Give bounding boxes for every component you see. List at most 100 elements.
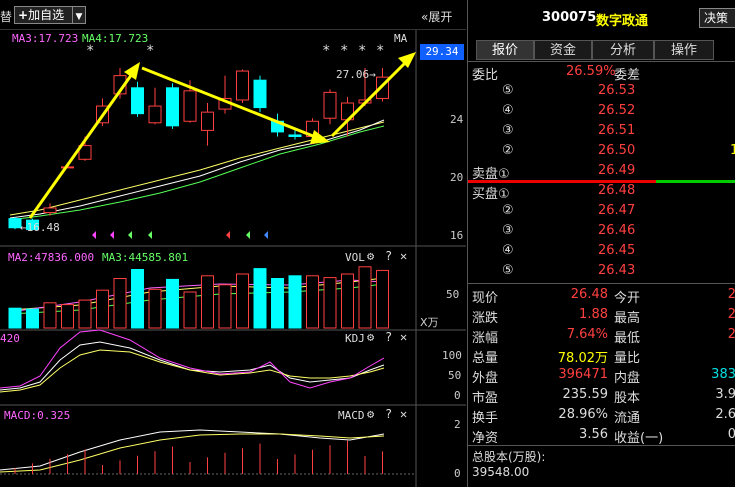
volume-bar — [288, 275, 302, 329]
close-icon[interactable]: ✕ — [400, 249, 407, 263]
tab-analysis[interactable]: 分析 — [592, 40, 654, 60]
stat-value: 2 — [727, 327, 735, 342]
vol-unit: X万 — [420, 316, 439, 329]
sell-row-2: ② 26.50 1 — [502, 143, 735, 158]
candle-body — [43, 207, 57, 214]
stat-label: 最高 — [614, 311, 641, 326]
candle-body — [253, 79, 267, 109]
gear-icon[interactable]: ⚙ — [367, 330, 374, 344]
stat-label: 流通 — [614, 411, 641, 426]
kdj-y-tick: 100 — [442, 349, 462, 362]
arrow-right-icon: → — [369, 68, 376, 81]
y-tick: 20 — [450, 171, 464, 184]
stock-code: 300075 — [542, 10, 597, 25]
quote-panel: 300075 数字政通 决策 报价 资金 分析 操作 委比 26.59% 委差 … — [467, 0, 735, 487]
vol-y-tick: 50 — [446, 288, 460, 301]
signal-star: * — [146, 43, 155, 59]
moving-average-lines — [9, 119, 385, 221]
volume-bar — [323, 277, 337, 329]
stat-label: 今开 — [614, 291, 641, 306]
candle-body — [201, 111, 214, 131]
candle-body — [148, 105, 162, 124]
arrow-left-icon: ← — [20, 221, 27, 234]
sell-row-5: ⑤ 26.53 — [502, 83, 636, 98]
macd-y-tick: 0 — [454, 467, 461, 480]
high-price-label: 27.06→ — [336, 68, 376, 81]
stats-row: 涨跌 1.88 最高 2 — [468, 306, 735, 326]
signal-star: * — [322, 43, 331, 59]
tab-operate[interactable]: 操作 — [654, 40, 714, 60]
volume-bar — [306, 275, 319, 329]
macd-value-label: MACD:0.325 — [4, 409, 71, 422]
stat-label: 现价 — [472, 291, 499, 306]
close-icon[interactable]: ✕ — [400, 407, 407, 421]
macd-histogram — [14, 440, 383, 474]
tab-funds[interactable]: 资金 — [534, 40, 592, 60]
candle-body — [236, 70, 249, 101]
kdj-title: KDJ — [345, 332, 365, 345]
volume-bar — [218, 284, 232, 329]
stat-value: 2 — [727, 287, 735, 302]
candle-body — [323, 91, 337, 119]
stat-label: 市盈 — [472, 391, 499, 406]
caret-down-icon: ▼ — [75, 12, 83, 22]
close-icon[interactable]: ✕ — [400, 330, 407, 344]
volume-bar — [166, 278, 179, 329]
volume-bar — [61, 304, 74, 329]
volume-bars — [8, 266, 389, 329]
help-icon[interactable]: ? — [385, 407, 392, 421]
stat-value: 3.56 — [579, 427, 608, 442]
candlestick-series — [8, 68, 389, 231]
ma3-label: MA3:17.723 — [12, 32, 79, 45]
signal-star: * — [86, 43, 95, 59]
gear-icon[interactable]: ⚙ — [367, 249, 374, 263]
stats-row: 现价 26.48 今开 2 — [468, 286, 735, 306]
buy-row-3: ③ 26.46 — [502, 223, 636, 238]
stat-label: 涨跌 — [472, 311, 499, 326]
sell-row-4: ④ 26.52 — [502, 103, 636, 118]
volume-bar — [26, 308, 39, 329]
help-icon[interactable]: ? — [385, 249, 392, 263]
buy-row-5: ⑤ 26.43 — [502, 263, 636, 278]
y-tick: 24 — [450, 113, 464, 126]
vol-title: VOL — [345, 251, 365, 264]
candle-body — [166, 87, 179, 127]
signal-star: * — [340, 43, 349, 59]
stat-label: 总量 — [472, 351, 499, 366]
stats-row: 净资 3.56 收益(一) 0 — [468, 426, 735, 446]
gear-icon[interactable]: ⚙ — [367, 407, 374, 421]
expand-button[interactable]: «展开 — [421, 8, 452, 25]
macd-y-tick: 2 — [454, 418, 461, 431]
total-shares-label: 总股本(万股): — [472, 450, 546, 464]
stat-value: 1.88 — [579, 307, 608, 322]
plus-icon: + — [18, 8, 29, 22]
buy-row-4: ④ 26.45 — [502, 243, 636, 258]
stat-value: 396471 — [558, 367, 608, 382]
candle-body — [131, 87, 144, 115]
ma-tag: MA — [394, 32, 408, 45]
volume-bar — [341, 273, 354, 329]
stat-value: 235.59 — [562, 387, 609, 402]
volume-bar — [201, 275, 214, 329]
volume-bar — [376, 269, 389, 329]
vol-ma2-label: MA2:47836.000 — [8, 251, 95, 264]
add-watchlist-button[interactable]: +加自选 — [14, 6, 74, 24]
stats-row: 换手 28.96% 流通 2.6 — [468, 406, 735, 426]
stat-value: 2.6 — [715, 407, 735, 422]
stats-row: 外盘 396471 内盘 383 — [468, 366, 735, 386]
help-icon[interactable]: ? — [385, 330, 392, 344]
stat-value: 7.64% — [566, 327, 608, 342]
kdj-value-label: 420 — [0, 332, 20, 345]
kdj-y-tick: 0 — [454, 389, 461, 402]
stat-label: 最低 — [614, 331, 641, 346]
decision-button[interactable]: 决策 — [699, 8, 735, 28]
volume-bar — [236, 273, 249, 329]
volume-bar — [358, 266, 372, 329]
stats-row: 市盈 235.59 股本 3.9 — [468, 386, 735, 406]
stat-label: 量比 — [614, 351, 641, 366]
volume-bar — [43, 302, 57, 329]
watchlist-dropdown-button[interactable]: ▼ — [72, 6, 86, 24]
tab-quote[interactable]: 报价 — [476, 40, 534, 60]
volume-bar — [113, 278, 127, 329]
sell-row-3: ③ 26.51 — [502, 123, 636, 138]
